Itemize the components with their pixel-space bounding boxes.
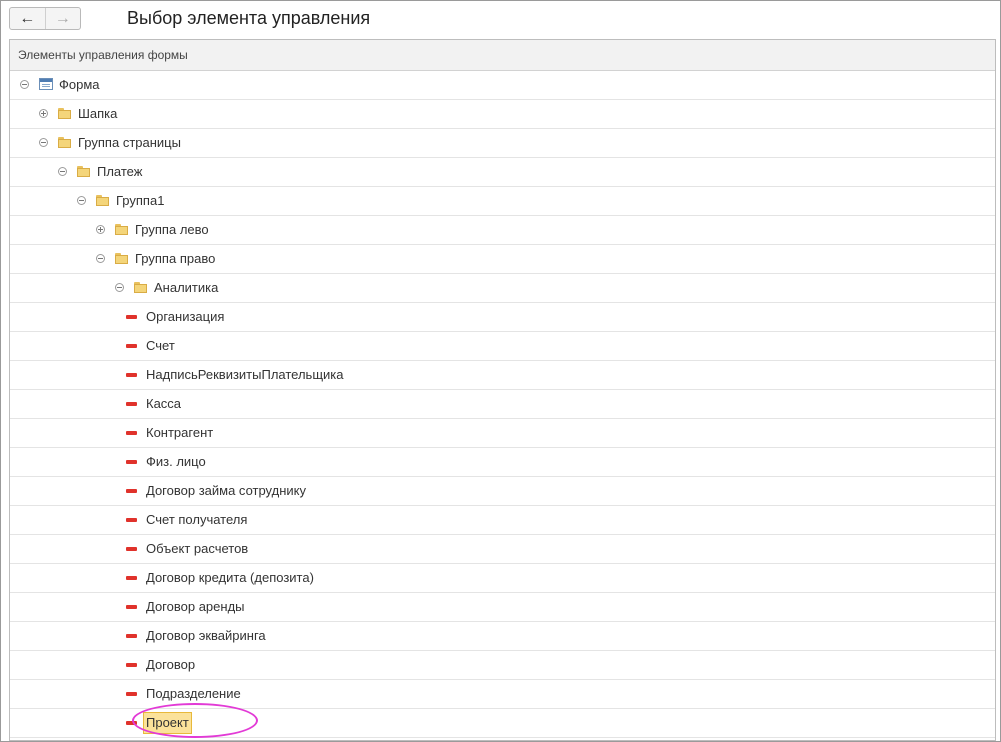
- field-icon: [126, 344, 137, 348]
- tree-item-label: Подразделение: [146, 686, 241, 701]
- field-icon: [126, 663, 137, 667]
- arrow-left-icon: ←: [19, 9, 36, 27]
- field-icon: [126, 402, 137, 406]
- tree-row[interactable]: Договор кредита (депозита): [10, 564, 995, 593]
- form-controls-tree[interactable]: Элементы управления формы Форма Шапка Груп…: [9, 39, 996, 741]
- navigation-buttons: ← →: [9, 7, 81, 30]
- expand-icon[interactable]: [39, 109, 48, 118]
- tree-item-label: НадписьРеквизитыПлательщика: [146, 367, 344, 382]
- tree-item-label: Договор аренды: [146, 599, 245, 614]
- folder-icon: [77, 166, 90, 177]
- folder-icon: [58, 137, 71, 148]
- collapse-icon[interactable]: [115, 283, 124, 292]
- forward-button[interactable]: →: [46, 8, 81, 29]
- field-icon: [126, 431, 137, 435]
- collapse-icon[interactable]: [58, 167, 67, 176]
- field-icon: [126, 489, 137, 493]
- tree-row[interactable]: Подразделение: [10, 680, 995, 709]
- tree-item-label: Группа страницы: [78, 135, 181, 150]
- tree-rows: Форма Шапка Группа страницы Платеж Группа1 Гр…: [10, 71, 995, 738]
- tree-row[interactable]: Счет получателя: [10, 506, 995, 535]
- tree-row[interactable]: Группа страницы: [10, 129, 995, 158]
- tree-row[interactable]: Договор эквайринга: [10, 622, 995, 651]
- tree-row[interactable]: Договор займа сотруднику: [10, 477, 995, 506]
- field-icon: [126, 460, 137, 464]
- tree-item-label: Контрагент: [146, 425, 214, 440]
- tree-item-label: Группа1: [116, 193, 165, 208]
- tree-item-label: Счет получателя: [146, 512, 248, 527]
- field-icon: [126, 605, 137, 609]
- tree-item-label: Форма: [59, 77, 100, 92]
- window-title: Выбор элемента управления: [127, 8, 371, 28]
- tree-row[interactable]: Проект: [10, 709, 995, 738]
- back-button[interactable]: ←: [10, 8, 46, 29]
- tree-row[interactable]: Физ. лицо: [10, 448, 995, 477]
- tree-item-label: Касса: [146, 396, 182, 411]
- tree-item-label: Счет: [146, 338, 175, 353]
- collapse-icon[interactable]: [96, 254, 105, 263]
- tree-row[interactable]: Шапка: [10, 100, 995, 129]
- tree-row[interactable]: Аналитика: [10, 274, 995, 303]
- field-icon: [126, 373, 137, 377]
- field-icon: [126, 721, 137, 725]
- field-icon: [126, 518, 137, 522]
- tree-row[interactable]: Касса: [10, 390, 995, 419]
- tree-item-label: Платеж: [97, 164, 143, 179]
- tree-item-label: Группа право: [135, 251, 216, 266]
- folder-icon: [115, 224, 128, 235]
- tree-row[interactable]: Платеж: [10, 158, 995, 187]
- collapse-icon[interactable]: [39, 138, 48, 147]
- tree-item-label: Объект расчетов: [146, 541, 249, 556]
- folder-icon: [115, 253, 128, 264]
- column-header: Элементы управления формы: [10, 40, 995, 71]
- expand-icon[interactable]: [96, 225, 105, 234]
- tree-row[interactable]: Договор: [10, 651, 995, 680]
- field-icon: [126, 692, 137, 696]
- folder-icon: [58, 108, 71, 119]
- tree-row[interactable]: Группа1: [10, 187, 995, 216]
- tree-item-label: Группа лево: [135, 222, 209, 237]
- form-icon: [39, 78, 53, 90]
- tree-item-label: Физ. лицо: [146, 454, 206, 469]
- selected-item-label: Проект: [143, 712, 192, 734]
- choose-control-window: ← → Выбор элемента управления Элементы у…: [0, 0, 1001, 742]
- tree-item-label: Шапка: [78, 106, 118, 121]
- field-icon: [126, 634, 137, 638]
- collapse-icon[interactable]: [77, 196, 86, 205]
- tree-row[interactable]: Организация: [10, 303, 995, 332]
- tree-row[interactable]: Объект расчетов: [10, 535, 995, 564]
- tree-item-label: Договор займа сотруднику: [146, 483, 306, 498]
- tree-row[interactable]: Группа лево: [10, 216, 995, 245]
- tree-row[interactable]: Форма: [10, 71, 995, 100]
- tree-row[interactable]: Счет: [10, 332, 995, 361]
- collapse-icon[interactable]: [20, 80, 29, 89]
- field-icon: [126, 547, 137, 551]
- field-icon: [126, 576, 137, 580]
- tree-row[interactable]: Договор аренды: [10, 593, 995, 622]
- folder-icon: [134, 282, 147, 293]
- tree-item-label: Организация: [146, 309, 225, 324]
- tree-row[interactable]: Группа право: [10, 245, 995, 274]
- tree-item-label: Договор кредита (депозита): [146, 570, 314, 585]
- folder-icon: [96, 195, 109, 206]
- tree-item-label: Договор эквайринга: [146, 628, 266, 643]
- field-icon: [126, 315, 137, 319]
- tree-row[interactable]: Контрагент: [10, 419, 995, 448]
- tree-row[interactable]: НадписьРеквизитыПлательщика: [10, 361, 995, 390]
- tree-item-label: Аналитика: [154, 280, 219, 295]
- tree-item-label: Договор: [146, 657, 196, 672]
- arrow-right-icon: →: [54, 9, 71, 27]
